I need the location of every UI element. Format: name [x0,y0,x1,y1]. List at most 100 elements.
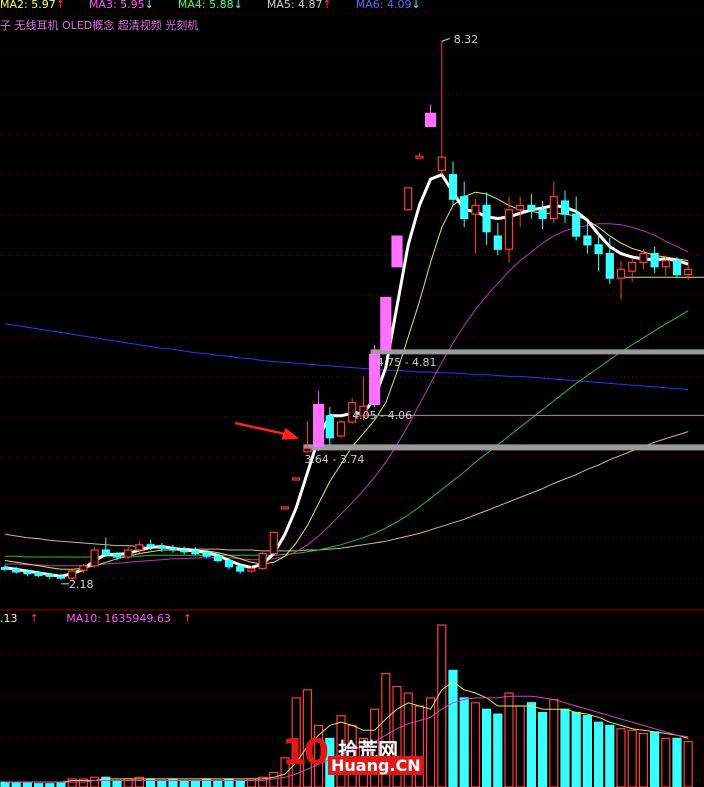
candle-body [258,552,267,570]
candle-body [280,506,290,510]
candle-body [538,209,547,220]
candle-body [168,547,178,551]
volume-bar [560,708,570,787]
legend-ma-arrow: ↓ [144,0,154,11]
candle-body [516,204,525,211]
candle-body [269,531,278,555]
legend-ma-2: MA2: 5.97↑ [0,0,65,11]
volume-bar [638,732,649,787]
volume-bar [627,729,637,787]
legend-ma-6: MA6: 4.09↓ [355,0,421,11]
candle-body [124,549,133,558]
volume-bar [672,737,682,787]
candle-body [460,196,469,220]
legend-ma-5: MA5: 4.87↑ [266,0,332,11]
candle-body [404,187,413,211]
candle-body [560,200,570,215]
candle-body [425,112,437,128]
volume-bar [537,711,548,787]
vol-prefix-arrow: ↑ [29,612,39,625]
candle-body [650,253,659,268]
candle-body [135,544,144,551]
volume-bar [235,779,245,787]
volume-bar [448,669,458,787]
volume-bar [526,702,537,787]
candle-body [391,235,403,268]
candle-body [415,155,424,159]
candle-body [672,260,682,276]
volume-bar [190,779,200,787]
candle-body [292,477,301,481]
moving-average-lines [4,173,689,578]
legend-ma-arrow: ↓ [411,0,421,11]
candle-body [34,572,43,577]
candle-body [0,566,10,570]
candle-body [303,447,312,453]
candle-body [336,421,346,437]
candle-body [628,261,637,272]
candle-body [247,567,256,572]
volume-bar [515,705,525,787]
candle-body [90,549,99,567]
candle-body [313,403,325,448]
volume-bar [683,741,693,787]
candle-body [616,268,626,279]
volume-bar [605,724,615,787]
legend-ma-arrow: ↑ [55,0,65,11]
legend-ma-3: MA3: 5.95↓ [88,0,154,11]
volume-bar [179,779,189,787]
zone-mid-label: 4.05 - 4.06 [352,409,413,423]
volume-bar [616,728,626,787]
volume-bar [22,781,32,787]
ma-green-line [5,310,689,558]
vol-prefix: .13 [0,612,18,625]
candle-body [583,235,592,246]
candle-body [202,552,211,557]
candle-body [236,566,245,572]
ma-white-line [4,173,689,578]
volume-bar [213,779,223,787]
vol-ma10-arrow: ↑ [182,612,193,625]
candle-body [180,549,189,553]
legend-ma-4: MA4: 5.88↓ [177,0,243,11]
volume-bar [11,781,21,787]
zone-low-label: 3.64 - 3.74 [304,453,365,467]
chart-canvas [0,12,704,787]
watermark-logo: 10 拾荒网 Huang.CN [282,732,424,782]
candle-body [12,568,21,573]
candle-body [380,296,392,351]
candle-body [79,565,88,571]
volume-bar [89,776,100,787]
candle-body [448,174,458,200]
volume-bar [571,711,581,787]
candle-body [661,260,670,268]
candle-body [146,544,155,548]
candle-body [471,204,480,215]
volume-bar [504,692,514,787]
legend-ma-arrow: ↑ [322,0,332,11]
volume-bar [0,781,10,787]
volume-bar [426,697,436,787]
volume-bar [582,715,593,787]
candle-body [224,559,234,568]
volume-bar [482,708,492,787]
candle-body [482,204,491,233]
watermark-en-text: Huang.CN [328,756,424,775]
candle-body [213,555,222,562]
candle-body [639,253,648,263]
red-arrow [234,421,300,440]
candle-body [684,268,693,276]
candle-body [157,545,166,549]
volume-bar [470,702,480,787]
volume-bar [437,624,447,787]
candle-body [549,196,558,220]
ma-blue-line [4,323,689,390]
vol-ma10-label: MA10: 1635949.63 [66,612,171,625]
candle-body [572,213,581,237]
candle-body [493,235,502,250]
candle-body [101,549,110,555]
zone-high-label: 4.75 - 4.81 [376,355,437,369]
volume-bar [493,713,503,787]
ma-magenta-line [5,223,689,567]
candle-body [437,156,446,171]
